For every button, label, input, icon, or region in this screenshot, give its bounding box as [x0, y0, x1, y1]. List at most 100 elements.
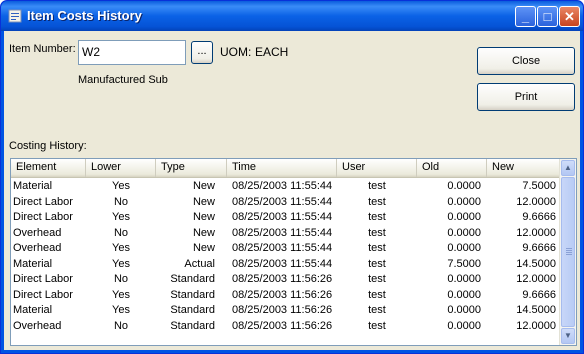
- cell-type: New: [192, 180, 215, 192]
- cell-element: Overhead: [13, 242, 62, 254]
- column-header-new[interactable]: New: [487, 159, 562, 177]
- scroll-up-arrow-icon[interactable]: ▲: [561, 160, 575, 176]
- close-button[interactable]: Close: [477, 47, 575, 75]
- maximize-icon: □: [543, 9, 552, 24]
- cell-element: Direct Labor: [13, 273, 73, 285]
- cell-element: Overhead: [13, 226, 62, 239]
- thumb-grip-line: [566, 252, 572, 253]
- dialog-body: Item Number: W2 ... UOM: EACH Manufactur…: [4, 31, 580, 350]
- cell-new: 12.0000: [516, 273, 556, 285]
- cell-time: 08/25/2003 11:55:44: [232, 180, 333, 192]
- cell-user: test: [368, 288, 386, 301]
- cell-old: 0.0000: [447, 226, 481, 239]
- cell-lower: Yes: [112, 211, 130, 223]
- table-row[interactable]: Direct Labor No New 08/25/2003 11:55:44 test…: [11, 194, 562, 210]
- cell-new: 14.5000: [516, 257, 556, 270]
- cell-time: 08/25/2003 11:55:44: [232, 257, 333, 270]
- cell-lower: Yes: [112, 242, 130, 254]
- table-row[interactable]: Material Yes Actual 08/25/2003 11:55:44 test…: [11, 256, 562, 272]
- cell-old: 0.0000: [447, 211, 481, 223]
- thumb-grip-line: [566, 254, 572, 255]
- cell-new: 7.5000: [522, 180, 556, 192]
- cell-lower: Yes: [112, 257, 130, 270]
- cell-lower: No: [113, 273, 129, 285]
- cell-time: 08/25/2003 11:56:26: [232, 304, 333, 316]
- cell-old: 0.0000: [447, 242, 481, 254]
- cell-time: 08/25/2003 11:55:44: [232, 195, 333, 208]
- cell-type: Standard: [170, 319, 215, 332]
- cell-time: 08/25/2003 11:55:44: [232, 226, 333, 239]
- cell-user: test: [368, 304, 386, 316]
- scroll-thumb[interactable]: [561, 177, 575, 327]
- title-bar[interactable]: Item Costs History _ □ ✕: [1, 1, 583, 31]
- cell-new: 9.6666: [522, 288, 556, 301]
- minimize-button[interactable]: _: [515, 6, 536, 27]
- cell-element: Material: [13, 257, 53, 270]
- scroll-down-arrow-icon[interactable]: ▼: [561, 328, 575, 344]
- cell-type: Standard: [170, 288, 215, 301]
- cell-new: 12.0000: [516, 195, 556, 208]
- cell-user: test: [368, 226, 386, 239]
- cell-type: Standard: [170, 304, 215, 316]
- cell-element: Material: [13, 304, 53, 316]
- cell-lower: Yes: [112, 180, 130, 192]
- cell-old: 0.0000: [447, 195, 481, 208]
- thumb-grip-line: [566, 248, 572, 249]
- item-number-input[interactable]: W2: [78, 40, 186, 65]
- cell-user: test: [368, 273, 386, 285]
- item-costs-history-window: Item Costs History _ □ ✕ Item Number: W2…: [0, 0, 584, 354]
- cell-user: test: [368, 211, 386, 223]
- cell-type: New: [192, 211, 215, 223]
- table-row[interactable]: Overhead No Standard 08/25/2003 11:56:26 tes…: [11, 318, 562, 334]
- cell-lower: No: [113, 226, 129, 239]
- cell-user: test: [368, 242, 386, 254]
- table-row[interactable]: Material Yes New 08/25/2003 11:55:44 test 0.0…: [11, 178, 562, 194]
- table-row[interactable]: Direct Labor No Standard 08/25/2003 11:56:2…: [11, 271, 562, 287]
- costing-history-list[interactable]: Element Lower Type Time User Old New Mat…: [10, 158, 577, 346]
- close-icon: ✕: [564, 9, 575, 24]
- maximize-button[interactable]: □: [537, 6, 558, 27]
- cell-lower: Yes: [112, 304, 130, 316]
- cell-type: Actual: [184, 257, 215, 270]
- print-button[interactable]: Print: [477, 83, 575, 111]
- table-row[interactable]: Direct Labor Yes New 08/25/2003 11:55:44 tes…: [11, 209, 562, 225]
- list-header: Element Lower Type Time User Old New: [11, 159, 562, 178]
- cell-element: Overhead: [13, 319, 62, 332]
- column-header-lower[interactable]: Lower: [86, 159, 156, 177]
- table-row[interactable]: Overhead No New 08/25/2003 11:55:44 test 0.00…: [11, 225, 562, 241]
- cell-new: 9.6666: [522, 242, 556, 254]
- cell-element: Direct Labor: [13, 288, 73, 301]
- column-header-user[interactable]: User: [337, 159, 417, 177]
- column-header-old[interactable]: Old: [417, 159, 487, 177]
- costing-history-label: Costing History:: [9, 140, 87, 152]
- cell-old: 0.0000: [447, 273, 481, 285]
- close-window-button[interactable]: ✕: [559, 6, 580, 27]
- cell-user: test: [368, 180, 386, 192]
- table-row[interactable]: Overhead Yes New 08/25/2003 11:55:44 test 0.0…: [11, 240, 562, 256]
- window-app-icon: [8, 9, 22, 23]
- cell-time: 08/25/2003 11:56:26: [232, 319, 333, 332]
- item-lookup-button[interactable]: ...: [191, 41, 213, 64]
- cell-lower: Yes: [112, 288, 130, 301]
- cell-time: 08/25/2003 11:55:44: [232, 242, 333, 254]
- cell-old: 7.5000: [447, 257, 481, 270]
- column-header-type[interactable]: Type: [156, 159, 227, 177]
- cell-old: 0.0000: [447, 319, 481, 332]
- uom-value: EACH: [255, 45, 289, 59]
- table-row[interactable]: Direct Labor Yes Standard 08/25/2003 11:56:…: [11, 287, 562, 303]
- cell-new: 9.6666: [522, 211, 556, 223]
- cell-user: test: [368, 257, 386, 270]
- cell-lower: No: [113, 195, 129, 208]
- column-header-time[interactable]: Time: [227, 159, 337, 177]
- cell-time: 08/25/2003 11:56:26: [232, 288, 333, 301]
- item-number-label: Item Number:: [9, 43, 76, 55]
- column-header-element[interactable]: Element: [11, 159, 86, 177]
- thumb-grip-line: [566, 250, 572, 251]
- cell-type: New: [192, 195, 215, 208]
- table-row[interactable]: Material Yes Standard 08/25/2003 11:56:26 te…: [11, 302, 562, 318]
- minimize-icon: _: [521, 9, 530, 24]
- cell-lower: No: [113, 319, 129, 332]
- vertical-scrollbar[interactable]: ▲ ▼: [559, 159, 576, 345]
- cell-new: 12.0000: [516, 226, 556, 239]
- window-title: Item Costs History: [27, 8, 142, 23]
